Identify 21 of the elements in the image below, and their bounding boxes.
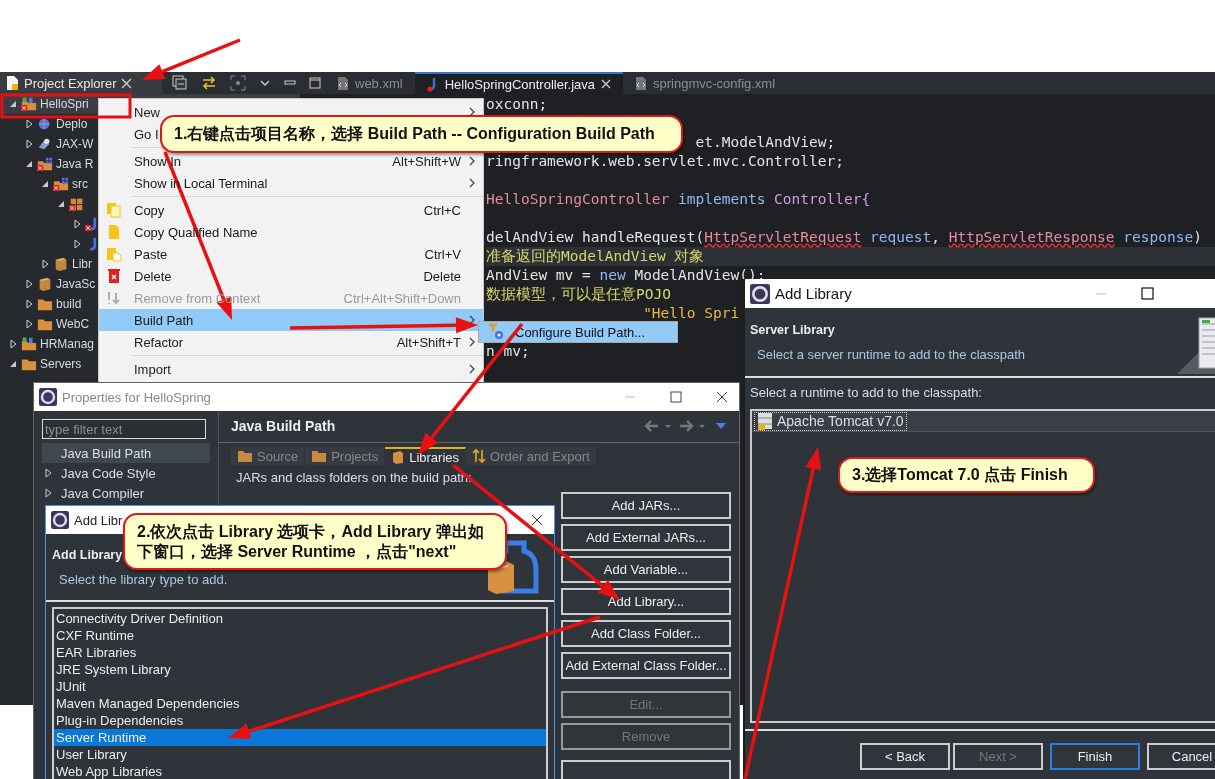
caption: Select a runtime to add to the classpath: [749, 384, 983, 402]
code-line: oxconn; [486, 95, 548, 114]
code-line: AndView mv = new ModelAndView(); [486, 266, 766, 285]
code-line: delAndView handleRequest(HttpServletRequest request, HttpServletResponse response) [486, 228, 1202, 247]
dialog-heading: Add Library [52, 547, 123, 562]
dialog-subtitle: Select a server runtime to add to the classpath [756, 346, 1026, 362]
callout-tooltip: 1.右键点击项目名称，选择 Build Path -- Configuration Build Path [160, 115, 683, 153]
code-line: HelloSpringController implements Controller{ [486, 190, 871, 209]
page-heading: Java Build Path [231, 418, 336, 435]
window-title: Add Library [775, 285, 852, 302]
code-line: ringframework.web.servlet.mvc.Controller; [486, 152, 844, 171]
window-title: Properties for HelloSpring [62, 389, 211, 405]
callout-tooltip: 3.选择Tomcat 7.0 点击 Finish [838, 457, 1095, 493]
code-line: n mv; [486, 342, 530, 361]
callout-tooltip: 2.依次点击 Library 选项卡，Add Library 弹出如下窗口，选择 Server Runtime ，点击"next" [123, 513, 507, 570]
code-line: "Hello Spri [642, 304, 740, 323]
code-line: 准备返回的ModelAndView 对象 [486, 247, 705, 266]
dialog-subtitle: Select the library type to add. [58, 571, 228, 587]
code-line: 数据模型，可以是任意POJO [486, 285, 671, 304]
window-title: Add Libr [74, 512, 123, 528]
dialog-heading: Server Library [750, 322, 835, 337]
